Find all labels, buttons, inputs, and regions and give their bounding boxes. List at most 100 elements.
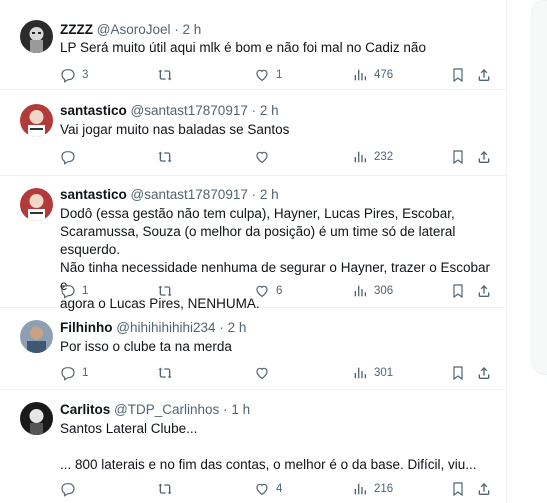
views-icon bbox=[354, 69, 366, 81]
reply-icon bbox=[61, 367, 75, 381]
user-handle[interactable]: @AsoroJoel bbox=[97, 22, 171, 37]
like-button[interactable] bbox=[254, 364, 276, 382]
reply-button[interactable] bbox=[60, 480, 82, 498]
separator-dot: · bbox=[174, 22, 179, 37]
views-button[interactable]: 232 bbox=[352, 148, 393, 166]
avatar[interactable] bbox=[20, 188, 53, 221]
reply-icon bbox=[61, 285, 75, 299]
views-count: 232 bbox=[374, 151, 394, 163]
tweet[interactable]: santastico @santast17870917 · 2 h Vai jo… bbox=[0, 90, 506, 176]
tweet-header: Carlitos @TDP_Carlinhos · 1 h bbox=[60, 402, 250, 418]
timestamp[interactable]: 2 h bbox=[260, 187, 279, 202]
retweet-button[interactable] bbox=[157, 364, 179, 382]
display-name[interactable]: Carlitos bbox=[60, 402, 110, 417]
retweet-icon bbox=[158, 367, 172, 379]
display-name[interactable]: ZZZZ bbox=[60, 22, 93, 37]
avatar[interactable] bbox=[20, 104, 53, 137]
share-button[interactable] bbox=[476, 480, 492, 498]
reply-button[interactable]: 1 bbox=[60, 282, 88, 300]
avatar[interactable] bbox=[20, 320, 53, 353]
bookmark-icon bbox=[453, 482, 463, 497]
like-count: 4 bbox=[276, 483, 283, 495]
trends-sidebar-card[interactable] bbox=[531, 0, 547, 375]
like-icon bbox=[256, 69, 268, 82]
tweet-header: ZZZZ @AsoroJoel · 2 h bbox=[60, 22, 201, 38]
retweet-button[interactable] bbox=[157, 480, 179, 498]
tweet[interactable]: Filhinho @hihihihihihi234 · 2 h Por isso… bbox=[0, 308, 506, 390]
timestamp[interactable]: 1 h bbox=[231, 402, 250, 417]
views-count: 301 bbox=[374, 367, 394, 379]
like-count: 6 bbox=[276, 285, 283, 297]
views-button[interactable]: 216 bbox=[352, 480, 393, 498]
retweet-icon bbox=[158, 285, 172, 297]
timestamp[interactable]: 2 h bbox=[260, 103, 279, 118]
user-handle[interactable]: @santast17870917 bbox=[131, 187, 248, 202]
views-button[interactable]: 306 bbox=[352, 282, 393, 300]
tweet-actions: 232 bbox=[60, 148, 495, 166]
separator-dot: · bbox=[223, 402, 228, 417]
bookmark-icon bbox=[453, 366, 463, 381]
views-count: 476 bbox=[374, 69, 394, 81]
share-button[interactable] bbox=[476, 282, 492, 300]
reply-button[interactable] bbox=[60, 148, 82, 166]
avatar[interactable] bbox=[20, 20, 53, 53]
share-icon bbox=[478, 367, 490, 379]
bookmark-button[interactable] bbox=[450, 480, 466, 498]
retweet-button[interactable] bbox=[157, 66, 179, 84]
views-icon bbox=[354, 151, 366, 163]
tweet-actions: 1 301 bbox=[60, 364, 495, 382]
user-handle[interactable]: @santast17870917 bbox=[131, 103, 248, 118]
tweet-text: Santos Lateral Clube... ... 800 laterais… bbox=[60, 421, 477, 472]
views-button[interactable]: 476 bbox=[352, 66, 393, 84]
retweet-icon bbox=[158, 69, 172, 81]
like-button[interactable]: 6 bbox=[254, 282, 282, 300]
reply-icon bbox=[61, 483, 75, 497]
tweet-text: Por isso o clube ta na merda bbox=[60, 339, 232, 354]
reply-button[interactable]: 1 bbox=[60, 364, 88, 382]
like-icon bbox=[256, 483, 268, 496]
bookmark-button[interactable] bbox=[450, 66, 466, 84]
tweet-header: Filhinho @hihihihihihi234 · 2 h bbox=[60, 320, 246, 336]
reply-button[interactable]: 3 bbox=[60, 66, 88, 84]
bookmark-button[interactable] bbox=[450, 148, 466, 166]
avatar[interactable] bbox=[20, 402, 53, 435]
timestamp[interactable]: 2 h bbox=[183, 22, 202, 37]
retweet-button[interactable] bbox=[157, 148, 179, 166]
like-button[interactable] bbox=[254, 148, 276, 166]
timestamp[interactable]: 2 h bbox=[228, 320, 247, 335]
display-name[interactable]: santastico bbox=[60, 103, 127, 118]
user-handle[interactable]: @hihihihihihi234 bbox=[116, 320, 215, 335]
share-button[interactable] bbox=[476, 364, 492, 382]
views-icon bbox=[354, 367, 366, 379]
views-count: 216 bbox=[374, 483, 394, 495]
share-icon bbox=[478, 151, 490, 163]
share-button[interactable] bbox=[476, 66, 492, 84]
bookmark-button[interactable] bbox=[450, 364, 466, 382]
tweet[interactable]: santastico @santast17870917 · 2 h Dodô (… bbox=[0, 176, 506, 311]
reply-count: 3 bbox=[82, 69, 89, 81]
share-button[interactable] bbox=[476, 148, 492, 166]
bookmark-button[interactable] bbox=[450, 282, 466, 300]
display-name[interactable]: Filhinho bbox=[60, 320, 112, 335]
separator-dot: · bbox=[251, 187, 257, 202]
share-icon bbox=[478, 483, 490, 495]
tweet-header: santastico @santast17870917 · 2 h bbox=[60, 103, 279, 119]
retweet-button[interactable] bbox=[157, 282, 179, 300]
like-button[interactable]: 4 bbox=[254, 480, 282, 498]
views-button[interactable]: 301 bbox=[352, 364, 393, 382]
display-name[interactable]: santastico bbox=[60, 187, 127, 202]
like-button[interactable]: 1 bbox=[254, 66, 282, 84]
share-icon bbox=[478, 285, 490, 297]
retweet-icon bbox=[158, 151, 172, 163]
views-icon bbox=[354, 285, 366, 297]
tweet-header: santastico @santast17870917 · 2 h bbox=[60, 187, 279, 203]
bookmark-icon bbox=[453, 150, 463, 165]
tweet-text: LP Será muito útil aqui mlk é bom e não … bbox=[60, 40, 426, 55]
tweet[interactable]: Carlitos @TDP_Carlinhos · 1 h Santos Lat… bbox=[0, 390, 506, 503]
tweet-text: Vai jogar muito nas baladas se Santos bbox=[60, 122, 290, 137]
tweet-actions: 4 216 bbox=[60, 480, 495, 498]
reply-icon bbox=[61, 151, 75, 165]
tweet[interactable]: ZZZZ @AsoroJoel · 2 h LP Será muito útil… bbox=[0, 0, 506, 90]
user-handle[interactable]: @TDP_Carlinhos bbox=[114, 402, 219, 417]
like-icon bbox=[256, 151, 268, 164]
